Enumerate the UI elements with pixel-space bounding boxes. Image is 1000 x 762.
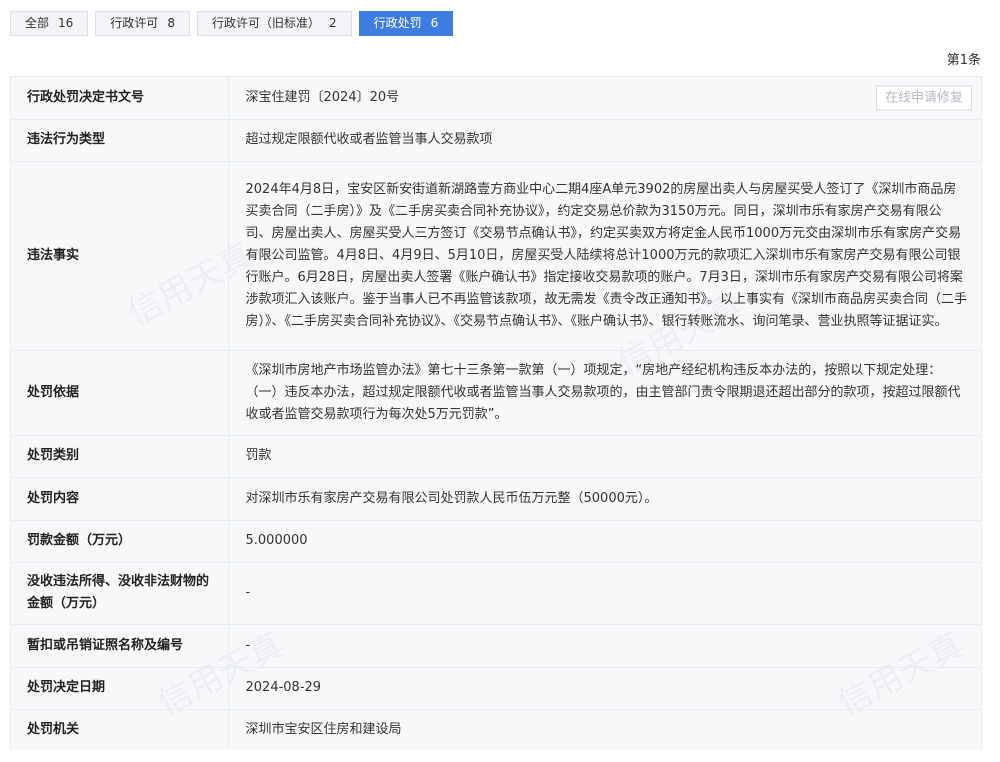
row-value: 《深圳市房地产市场监管办法》第七十三条第一款第（一）项规定，“房地产经纪机构违反…	[245, 362, 961, 422]
table-row: 处罚决定日期 2024-08-29	[11, 667, 981, 709]
row-label: 违法行为类型	[11, 119, 229, 161]
table-row: 违法事实 2024年4月8日，宝安区新安街道新湖路壹方商业中心二期4座A单元39…	[11, 161, 981, 350]
tab-admin-penalty[interactable]: 行政处罚 6	[358, 11, 454, 36]
tab-count: 2	[328, 16, 337, 30]
table-row: 处罚类别 罚款	[11, 435, 981, 477]
row-value: 深宝住建罚〔2024〕20号 在线申请修复	[228, 77, 981, 119]
row-value: 罚款	[245, 448, 272, 463]
tab-label: 行政许可	[110, 16, 159, 30]
row-value: 超过规定限额代收或者监管当事人交易款项	[245, 132, 493, 147]
row-label: 处罚内容	[11, 477, 229, 520]
row-label: 没收违法所得、没收非法财物的金额（万元）	[11, 562, 229, 624]
tab-label: 全部	[25, 16, 50, 30]
table-row: 处罚依据 《深圳市房地产市场监管办法》第七十三条第一款第（一）项规定，“房地产经…	[11, 350, 981, 435]
row-value: 2024-08-29	[245, 680, 322, 695]
table-row: 处罚机关 深圳市宝安区住房和建设局	[11, 709, 981, 750]
row-label: 处罚类别	[11, 435, 229, 477]
penalty-detail-table: 信用天真 信用天真 信用天真 信用天真 行政处罚决定书文号 深宝住建罚〔2024…	[10, 76, 982, 750]
row-value: 5.000000	[245, 533, 308, 548]
row-label: 违法事实	[11, 161, 229, 350]
online-repair-button[interactable]: 在线申请修复	[875, 85, 972, 111]
table-row: 违法行为类型 超过规定限额代收或者监管当事人交易款项	[11, 119, 981, 161]
decision-number: 深宝住建罚〔2024〕20号	[245, 89, 400, 105]
category-tabs: 全部 16 行政许可 8 行政许可（旧标准） 2 行政处罚 6	[10, 11, 454, 36]
row-value: -	[245, 585, 251, 600]
row-label: 处罚依据	[11, 350, 229, 435]
tab-count: 16	[58, 16, 74, 30]
tab-admin-license[interactable]: 行政许可 8	[95, 11, 190, 36]
tab-count: 8	[167, 16, 175, 30]
row-label: 暂扣或吊销证照名称及编号	[11, 624, 229, 667]
row-label: 行政处罚决定书文号	[11, 77, 229, 119]
row-value: -	[245, 637, 251, 653]
tab-label: 行政许可（旧标准）	[211, 16, 320, 30]
tab-label: 行政处罚	[373, 16, 422, 30]
row-value: 对深圳市乐有家房产交易有限公司处罚款人民币伍万元整（50000元）。	[245, 490, 658, 506]
row-value: 2024年4月8日，宝安区新安街道新湖路壹方商业中心二期4座A单元3902的房屋…	[245, 181, 968, 329]
table-row: 暂扣或吊销证照名称及编号 -	[11, 624, 981, 667]
table-row: 行政处罚决定书文号 深宝住建罚〔2024〕20号 在线申请修复	[11, 77, 981, 119]
row-label: 罚款金额（万元）	[11, 520, 229, 562]
table-row: 罚款金额（万元） 5.000000	[11, 520, 981, 562]
tab-all[interactable]: 全部 16	[10, 11, 89, 36]
row-label: 处罚决定日期	[11, 667, 229, 709]
tab-count: 6	[430, 16, 439, 30]
record-index: 第1条	[946, 53, 981, 68]
table-row: 处罚内容 对深圳市乐有家房产交易有限公司处罚款人民币伍万元整（50000元）。	[11, 477, 981, 520]
table-row: 没收违法所得、没收非法财物的金额（万元） -	[11, 562, 981, 624]
row-value: 深圳市宝安区住房和建设局	[245, 722, 402, 737]
tab-admin-license-old[interactable]: 行政许可（旧标准） 2	[196, 11, 352, 36]
row-label: 处罚机关	[11, 709, 229, 750]
